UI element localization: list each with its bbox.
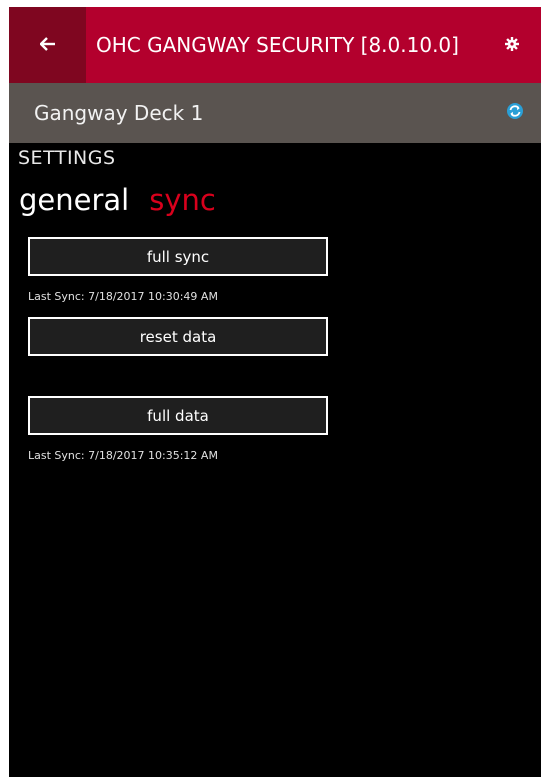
full-sync-button[interactable]: full sync	[28, 237, 328, 276]
reset-data-button[interactable]: reset data	[28, 317, 328, 356]
refresh-button[interactable]	[503, 101, 527, 125]
location-bar: Gangway Deck 1	[9, 83, 541, 143]
full-data-button[interactable]: full data	[28, 396, 328, 435]
title-bar: OHC GANGWAY SECURITY [8.0.10.0]	[9, 7, 541, 83]
page-title: SETTINGS	[18, 147, 116, 169]
gear-icon	[505, 36, 519, 55]
app-window: OHC GANGWAY SECURITY [8.0.10.0] Gangway …	[9, 7, 541, 777]
settings-button[interactable]	[499, 32, 525, 58]
full-data-last-sync: Last Sync: 7/18/2017 10:35:12 AM	[28, 449, 218, 462]
full-sync-last-sync: Last Sync: 7/18/2017 10:30:49 AM	[28, 290, 218, 303]
back-button[interactable]	[9, 7, 86, 83]
tab-general[interactable]: general	[19, 183, 129, 217]
location-title: Gangway Deck 1	[34, 101, 204, 125]
back-arrow-icon	[38, 36, 56, 55]
tab-sync[interactable]: sync	[149, 183, 216, 217]
app-title: OHC GANGWAY SECURITY [8.0.10.0]	[96, 33, 459, 57]
sync-icon	[506, 102, 524, 124]
pivot-tabs: general sync	[19, 183, 216, 223]
